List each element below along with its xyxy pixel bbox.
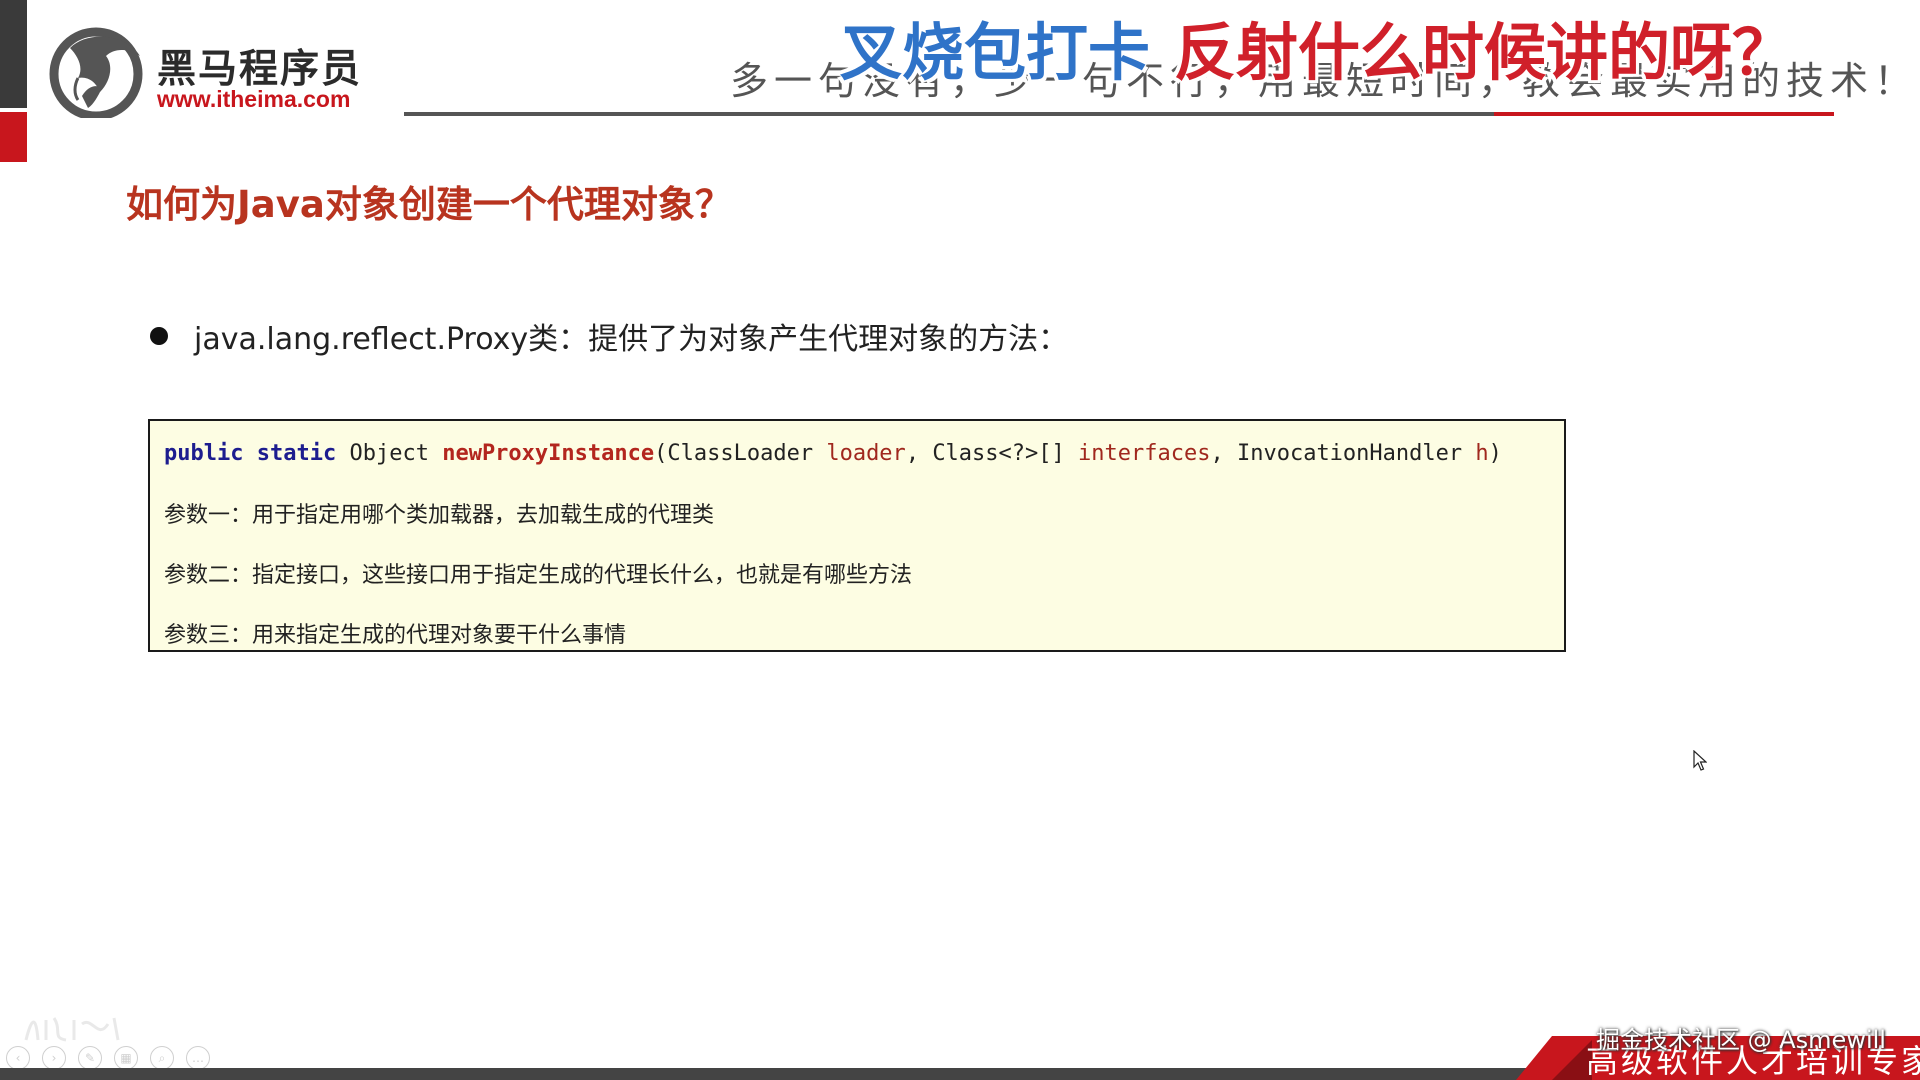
method-name: newProxyInstance [442,441,655,466]
more-icon[interactable]: … [186,1046,210,1070]
paren-close: ) [1488,441,1502,466]
watermark: 掘金技术社区 @ Asmewill [1596,1026,1886,1054]
keyword-public: public [164,441,244,466]
param-type-1: ClassLoader [667,441,814,466]
mouse-pointer-icon [1693,750,1707,771]
left-accent-gray [0,0,27,108]
zoom-icon[interactable]: ⌕ [150,1046,174,1070]
param-description-1: 参数一：用于指定用哪个类加载器，去加载生成的代理类 [164,503,715,528]
param-separator-2: , [1210,441,1237,466]
param-name-1: loader [826,441,906,466]
paren-open: ( [654,441,668,466]
horse-logo-icon [49,27,143,118]
brand-url: www.itheima.com [157,86,351,112]
bullet-dot-icon [150,327,168,345]
param-type-3: InvocationHandler [1236,441,1463,466]
return-type: Object [349,441,429,466]
slide-page: 黑马程序员 www.itheima.com 多一句没有，少一句不行，用最短时间，… [0,0,1920,1080]
overlay-comment-part1: 叉烧包打卡 [840,16,1151,89]
code-box: public static Object newProxyInstance(Cl… [148,419,1566,652]
overlay-comment: 叉烧包打卡 反射什么时候讲的呀？ [840,2,1794,92]
method-signature: public static Object newProxyInstance(Cl… [164,441,1502,466]
bullet-text: java.lang.reflect.Proxy类：提供了为对象产生代理对象的方法… [194,322,1069,357]
faint-signature-mark [24,1017,120,1042]
pen-icon[interactable]: ✎ [78,1046,102,1070]
param-description-3: 参数三：用来指定生成的代理对象要干什么事情 [164,623,627,648]
player-controls: ‹ › ✎ ▦ ⌕ … [6,1046,210,1070]
next-icon[interactable]: › [42,1046,66,1070]
header-divider [404,112,1494,116]
overlay-comment-part2: 反射什么时候讲的呀？ [1174,16,1795,89]
previous-icon[interactable]: ‹ [6,1046,30,1070]
param-separator-1: , [905,441,933,466]
bullet-item: java.lang.reflect.Proxy类：提供了为对象产生代理对象的方法… [150,314,1068,358]
param-description-2: 参数二：指定接口，这些接口用于指定生成的代理长什么，也就是有哪些方法 [164,563,913,588]
header-divider-accent [1494,112,1834,116]
left-accent-red [0,112,27,162]
param-name-2: interfaces [1078,441,1211,466]
param-type-2: Class<?>[] [932,441,1065,466]
slides-icon[interactable]: ▦ [114,1046,138,1070]
keyword-static: static [256,441,337,466]
slide-title: 如何为Java对象创建一个代理对象？ [126,183,732,226]
param-name-3: h [1475,441,1489,466]
